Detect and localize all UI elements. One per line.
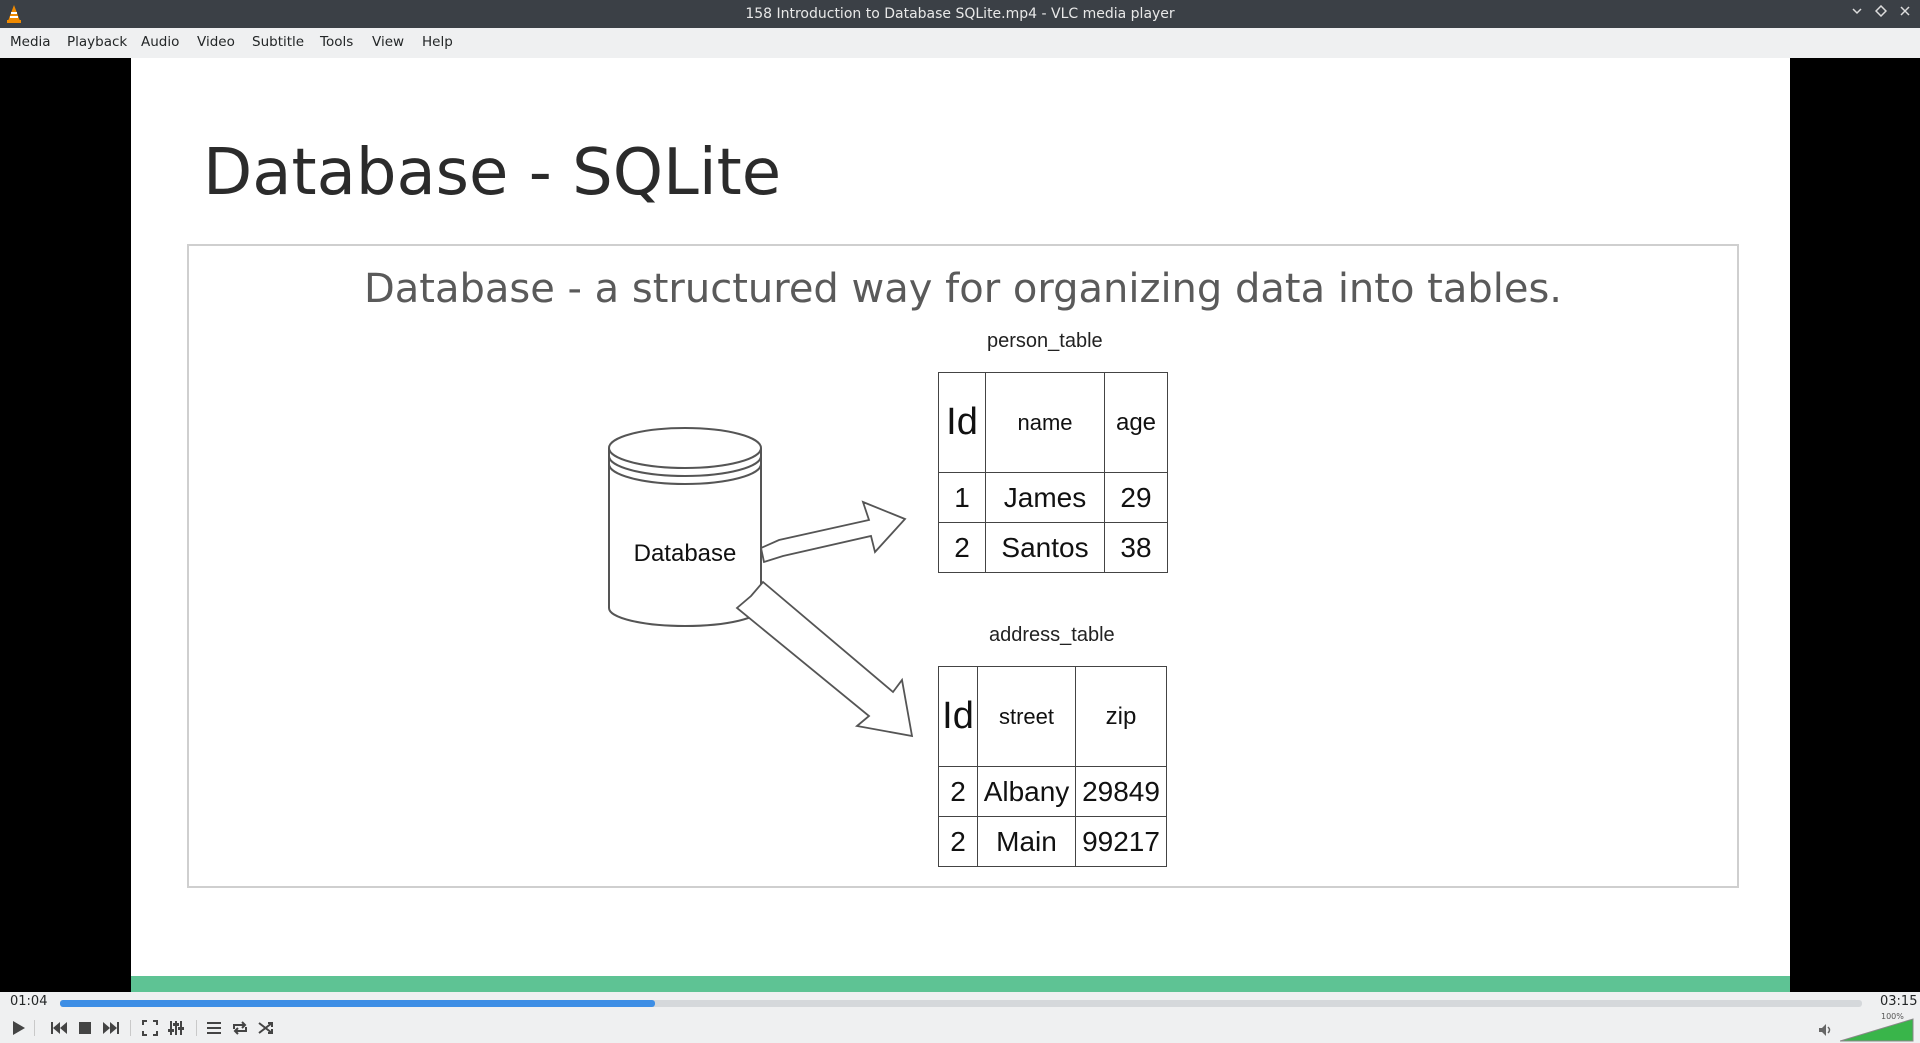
previous-button[interactable] — [47, 1016, 71, 1040]
seek-progress — [60, 1000, 655, 1007]
next-icon — [103, 1022, 119, 1034]
menu-audio[interactable]: Audio — [141, 34, 179, 50]
menu-help[interactable]: Help — [422, 34, 453, 50]
table-cell: Main — [977, 816, 1076, 867]
video-frame-slide: Database - SQLite Database - a structure… — [131, 58, 1790, 992]
loop-button[interactable] — [228, 1016, 252, 1040]
menu-subtitle[interactable]: Subtitle — [252, 34, 304, 50]
table-cell: Santos — [985, 522, 1105, 573]
separator — [196, 1020, 197, 1036]
table-header: Id — [938, 372, 986, 473]
play-icon — [13, 1021, 25, 1035]
volume-slider[interactable] — [1840, 1018, 1914, 1042]
table-cell: 99217 — [1075, 816, 1167, 867]
person-table-caption: person_table — [987, 330, 1103, 352]
playlist-icon — [207, 1022, 221, 1034]
person-table: Id name age 1 James 29 2 Santos 38 — [938, 372, 1168, 573]
fullscreen-button[interactable] — [138, 1016, 162, 1040]
title-bar: 158 Introduction to Database SQLite.mp4 … — [0, 0, 1920, 28]
table-header: zip — [1075, 666, 1167, 767]
arrow-to-address-table — [735, 580, 914, 738]
table-cell: 29 — [1104, 472, 1168, 523]
slide-title: Database - SQLite — [203, 136, 782, 210]
next-button[interactable] — [99, 1016, 123, 1040]
separator — [34, 1020, 35, 1036]
maximize-icon[interactable] — [1872, 4, 1890, 22]
loop-icon — [233, 1021, 247, 1035]
speaker-icon — [1819, 1024, 1831, 1036]
window-title: 158 Introduction to Database SQLite.mp4 … — [745, 6, 1175, 22]
table-cell: 1 — [938, 472, 986, 523]
table-cell: 2 — [938, 766, 978, 817]
table-cell: 2 — [938, 816, 978, 867]
table-header: street — [977, 666, 1076, 767]
table-header: age — [1104, 372, 1168, 473]
arrow-to-person-table — [759, 500, 907, 564]
minimize-icon[interactable] — [1848, 4, 1866, 22]
elapsed-time[interactable]: 01:04 — [10, 994, 47, 1009]
table-cell: James — [985, 472, 1105, 523]
playlist-button[interactable] — [202, 1016, 226, 1040]
menu-playback[interactable]: Playback — [67, 34, 127, 50]
address-table-caption: address_table — [989, 624, 1115, 646]
diagram-box: Database - a structured way for organizi… — [187, 244, 1739, 888]
stop-icon — [79, 1022, 91, 1034]
table-cell: 29849 — [1075, 766, 1167, 817]
shuffle-button[interactable] — [254, 1016, 278, 1040]
table-cell: 2 — [938, 522, 986, 573]
previous-icon — [51, 1022, 67, 1034]
table-header: Id — [938, 666, 978, 767]
database-label: Database — [633, 540, 737, 567]
mute-button[interactable] — [1814, 1018, 1838, 1042]
menu-media[interactable]: Media — [10, 34, 51, 50]
table-cell: 38 — [1104, 522, 1168, 573]
extended-settings-button[interactable] — [164, 1016, 188, 1040]
player-controls: 01:04 03:15 100% — [0, 992, 1920, 1043]
menu-video[interactable]: Video — [197, 34, 235, 50]
table-header: name — [985, 372, 1105, 473]
slide-footer-bar — [131, 976, 1790, 992]
menu-tools[interactable]: Tools — [320, 34, 353, 50]
equalizer-icon — [168, 1021, 184, 1035]
table-cell: Albany — [977, 766, 1076, 817]
fullscreen-icon — [142, 1020, 158, 1036]
menu-bar: Media Playback Audio Video Subtitle Tool… — [0, 28, 1920, 59]
close-icon[interactable] — [1896, 4, 1914, 22]
address-table: Id street zip 2 Albany 29849 2 Main 9921… — [938, 666, 1167, 867]
seek-slider[interactable] — [60, 1000, 1862, 1007]
video-area[interactable]: Database - SQLite Database - a structure… — [0, 58, 1920, 992]
stop-button[interactable] — [73, 1016, 97, 1040]
menu-view[interactable]: View — [372, 34, 404, 50]
total-time[interactable]: 03:15 — [1880, 994, 1917, 1009]
separator — [130, 1020, 131, 1036]
play-button[interactable] — [6, 1016, 30, 1040]
database-cylinder-icon — [608, 448, 762, 627]
shuffle-icon — [258, 1022, 273, 1034]
